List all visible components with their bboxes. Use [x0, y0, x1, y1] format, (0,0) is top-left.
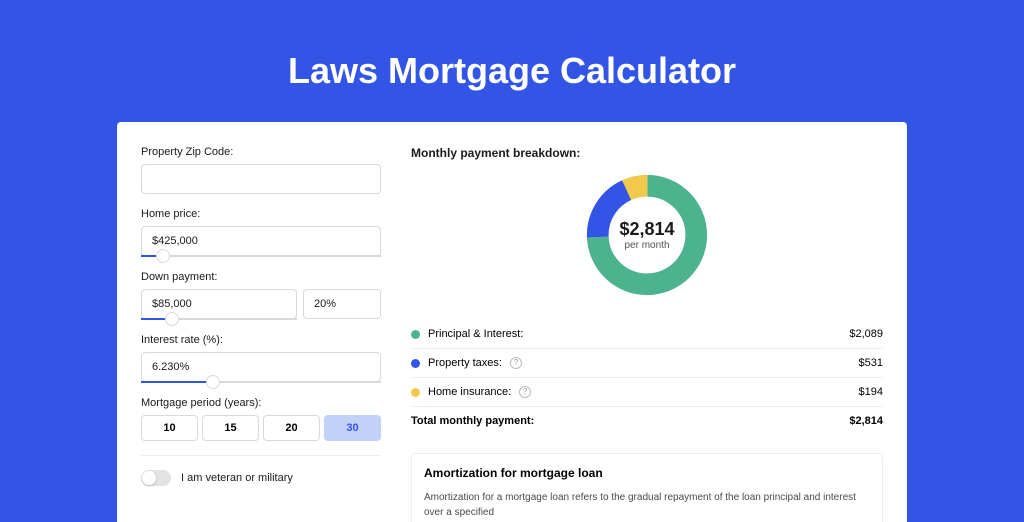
interest-rate-slider[interactable] — [141, 381, 381, 383]
down-payment-field-group: Down payment: — [141, 271, 381, 320]
period-field-group: Mortgage period (years): 10152030 — [141, 397, 381, 441]
help-icon[interactable]: ? — [510, 357, 522, 369]
line-items: Principal & Interest: $2,089 Property taxe… — [411, 320, 883, 407]
zip-label: Property Zip Code: — [141, 146, 381, 158]
line-item-left: Principal & Interest: — [411, 328, 523, 340]
amortization-text: Amortization for a mortgage loan refers … — [424, 490, 870, 520]
zip-field-group: Property Zip Code: — [141, 146, 381, 194]
calculator-card: Property Zip Code: Home price: Down paym… — [117, 122, 907, 522]
down-payment-slider-thumb[interactable] — [165, 312, 179, 326]
total-label: Total monthly payment: — [411, 415, 534, 427]
home-price-slider[interactable] — [141, 255, 381, 257]
line-item: Principal & Interest: $2,089 — [411, 320, 883, 349]
line-item-label: Principal & Interest: — [428, 328, 523, 340]
legend-dot-icon — [411, 330, 420, 339]
veteran-toggle[interactable] — [141, 470, 171, 486]
donut-sub: per month — [619, 240, 674, 251]
legend-dot-icon — [411, 359, 420, 368]
home-price-slider-thumb[interactable] — [156, 249, 170, 263]
interest-rate-label: Interest rate (%): — [141, 334, 381, 346]
down-payment-slider[interactable] — [141, 318, 297, 320]
breakdown-title: Monthly payment breakdown: — [411, 146, 883, 160]
line-item-left: Home insurance:? — [411, 386, 531, 398]
home-price-label: Home price: — [141, 208, 381, 220]
interest-rate-input[interactable] — [141, 352, 381, 382]
help-icon[interactable]: ? — [519, 386, 531, 398]
page-title: Laws Mortgage Calculator — [0, 50, 1024, 92]
amortization-title: Amortization for mortgage loan — [424, 466, 870, 480]
home-price-input[interactable] — [141, 226, 381, 256]
donut-value: $2,814 — [619, 219, 674, 240]
form-column: Property Zip Code: Home price: Down paym… — [141, 146, 381, 522]
home-price-field-group: Home price: — [141, 208, 381, 257]
line-item-label: Home insurance: — [428, 386, 511, 398]
down-payment-input[interactable] — [141, 289, 297, 319]
donut-chart: $2,814 per month — [582, 170, 712, 300]
line-item: Home insurance:? $194 — [411, 378, 883, 407]
interest-rate-slider-fill — [141, 381, 213, 383]
period-buttons: 10152030 — [141, 415, 381, 441]
veteran-label: I am veteran or military — [181, 472, 293, 484]
total-row: Total monthly payment: $2,814 — [411, 407, 883, 435]
line-item-label: Property taxes: — [428, 357, 502, 369]
breakdown-column: Monthly payment breakdown: $2,814 per mo… — [411, 146, 883, 522]
line-item: Property taxes:? $531 — [411, 349, 883, 378]
total-value: $2,814 — [849, 415, 883, 427]
down-payment-label: Down payment: — [141, 271, 381, 283]
donut-center: $2,814 per month — [619, 219, 674, 251]
legend-dot-icon — [411, 388, 420, 397]
interest-rate-slider-thumb[interactable] — [206, 375, 220, 389]
period-btn-20[interactable]: 20 — [263, 415, 320, 441]
period-label: Mortgage period (years): — [141, 397, 381, 409]
veteran-row: I am veteran or military — [141, 455, 381, 486]
line-item-left: Property taxes:? — [411, 357, 522, 369]
down-payment-pct-input[interactable] — [303, 289, 381, 319]
period-btn-30[interactable]: 30 — [324, 415, 381, 441]
zip-input[interactable] — [141, 164, 381, 194]
line-item-value: $194 — [859, 386, 883, 398]
line-item-value: $531 — [859, 357, 883, 369]
period-btn-10[interactable]: 10 — [141, 415, 198, 441]
line-item-value: $2,089 — [849, 328, 883, 340]
interest-rate-field-group: Interest rate (%): — [141, 334, 381, 383]
period-btn-15[interactable]: 15 — [202, 415, 259, 441]
